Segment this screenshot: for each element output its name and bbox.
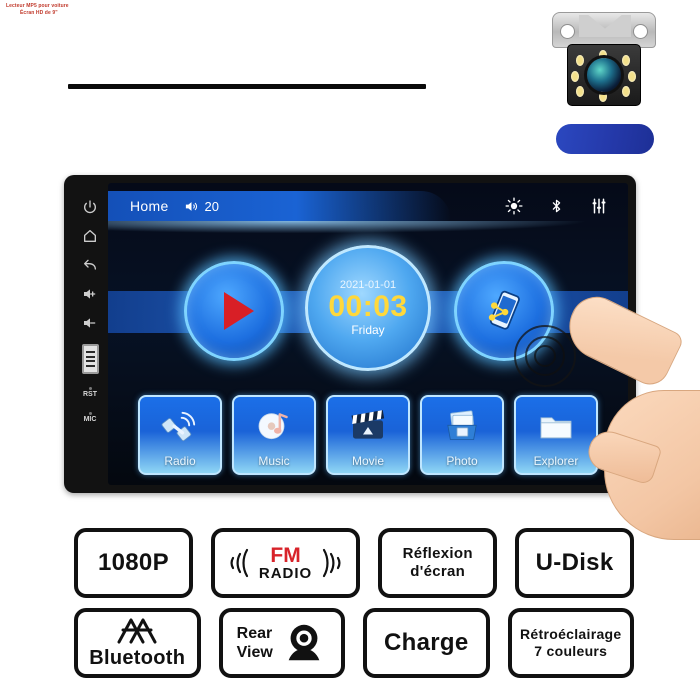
microphone-port: MIC [83, 412, 97, 424]
power-icon[interactable] [82, 199, 98, 215]
volume-up-icon[interactable] [82, 286, 98, 302]
badge-fm-radio: FM RADIO [210, 528, 361, 598]
camera-led [628, 71, 636, 82]
volume-down-icon[interactable] [82, 315, 98, 331]
usb-icon[interactable] [81, 344, 99, 374]
tile-label: Movie [351, 454, 384, 468]
camera-connector-pill [556, 124, 654, 154]
status-bar-glow [108, 221, 628, 235]
side-button-rail: RST MIC [72, 183, 108, 485]
badge-label: Bluetooth [89, 647, 186, 669]
badge-label: U-Disk [535, 549, 614, 576]
volume-value: 20 [204, 198, 220, 214]
brightness-icon[interactable] [505, 197, 523, 215]
camera-body [567, 44, 641, 106]
mic-label: MIC [83, 416, 97, 423]
badge-label: Charge [384, 629, 469, 656]
clapperboard-icon [351, 410, 385, 439]
badge-label: Rear View [237, 624, 273, 662]
tile-movie[interactable]: Movie [326, 395, 410, 475]
clock-day: Friday [351, 323, 385, 337]
fm-text: FM [270, 544, 301, 567]
cd-note-icon [258, 413, 288, 440]
headline-line-2: Écran HD de 9" [20, 10, 58, 16]
status-bar: Home 20 [108, 191, 628, 235]
tile-label: Radio [164, 454, 196, 468]
equalizer-icon[interactable] [590, 197, 608, 215]
reset-pinhole-icon [88, 387, 92, 390]
back-icon[interactable] [82, 257, 98, 273]
camera-led [622, 55, 630, 66]
play-shortcut-button[interactable] [184, 261, 284, 361]
badge-u-disk: U-Disk [515, 528, 635, 598]
clock-widget[interactable]: 2021-01-01 00:03 Friday [305, 245, 431, 371]
badge-charge: Charge [363, 608, 490, 678]
tile-radio[interactable]: Radio [138, 395, 222, 475]
tile-music[interactable]: Music [232, 395, 316, 475]
badge-label: 1080P [97, 549, 169, 576]
status-bar-right [505, 191, 608, 221]
badge-label: Rétroéclairage 7 couleurs [520, 626, 621, 660]
fm-radio-label: FM RADIO [259, 545, 312, 581]
home-icon[interactable] [82, 228, 98, 244]
home-label[interactable]: Home [130, 198, 169, 214]
tile-label: Photo [446, 454, 478, 468]
clock-time: 00:03 [328, 290, 408, 323]
badge-line-2: 7 couleurs [534, 643, 608, 659]
feature-badge-grid: 1080P FM RADIO Réflexion d'écran U-Disk … [74, 528, 635, 678]
antenna-cable [68, 84, 426, 89]
radio-waves-icon [230, 548, 248, 578]
reset-label: RST [83, 391, 97, 398]
camera-led [571, 71, 579, 82]
badge-line-1: Rétroéclairage [520, 626, 622, 642]
tile-label: Music [258, 454, 290, 468]
camera-led [622, 86, 630, 97]
badge-rear-view: Rear View [218, 608, 345, 678]
headline-line-1: Lecteur MP5 pour voiture [6, 3, 69, 9]
satellite-icon [161, 411, 196, 442]
camera-led [576, 55, 584, 66]
mic-pinhole-icon [88, 412, 92, 415]
camera-bracket [552, 12, 656, 48]
badge-label: Réflexion d'écran [403, 545, 473, 581]
badge-resolution: 1080P [74, 528, 193, 598]
app-tile-row: Radio Music Movie Photo Explorer [108, 395, 628, 475]
radio-waves-icon [323, 548, 341, 578]
badge-screen-mirror: Réflexion d'écran [378, 528, 498, 598]
radio-text: RADIO [258, 565, 313, 582]
camera-icon [288, 624, 320, 661]
phone-link-icon [488, 290, 520, 330]
bracket-notch [579, 15, 631, 37]
rear-camera-assembly [548, 12, 660, 162]
pointing-hand-illustration [558, 287, 700, 548]
bluetooth-icon[interactable] [549, 196, 564, 216]
badge-bluetooth: Bluetooth [74, 608, 201, 678]
car-stereo-head-unit: RST MIC Home 20 2021-01-01 00:03 Friday … [64, 175, 636, 493]
reset-button[interactable]: RST [83, 387, 97, 399]
play-icon [223, 292, 254, 330]
badge-line-1: Réflexion [402, 545, 473, 562]
bluetooth-logo-icon [117, 618, 157, 644]
camera-led [599, 91, 607, 102]
badge-line-1: Rear [236, 625, 273, 642]
badge-line-2: View [236, 644, 273, 661]
volume-indicator[interactable]: 20 [183, 199, 219, 214]
badge-row-1: 1080P FM RADIO Réflexion d'écran U-Disk [74, 528, 635, 598]
speaker-icon [185, 201, 197, 211]
touchscreen-display[interactable]: Home 20 2021-01-01 00:03 Friday Radio Mu… [108, 183, 628, 485]
photo-box-icon [447, 410, 477, 440]
tile-photo[interactable]: Photo [420, 395, 504, 475]
product-headline: Lecteur MP5 pour voiture Écran HD de 9" [6, 3, 69, 17]
badge-backlight: Rétroéclairage 7 couleurs [507, 608, 634, 678]
badge-row-2: Bluetooth Rear View Charge Rétroéclairag… [74, 608, 634, 678]
camera-lens-icon [587, 58, 621, 92]
status-bar-left: Home 20 [108, 191, 452, 221]
camera-led [576, 86, 584, 97]
badge-line-2: d'écran [410, 563, 466, 580]
